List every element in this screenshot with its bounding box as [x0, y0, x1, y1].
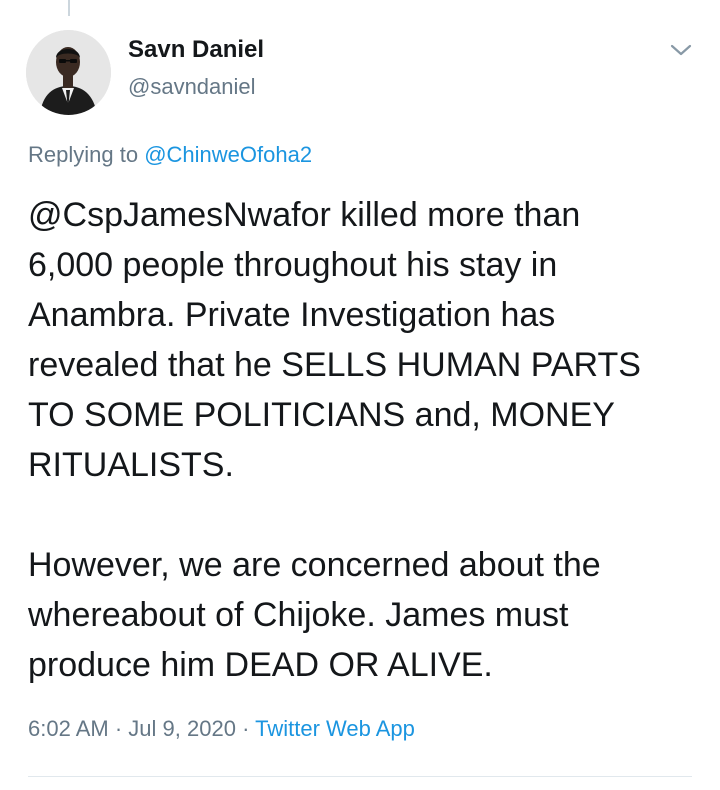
tweet-date[interactable]: Jul 9, 2020	[128, 716, 236, 741]
tweet-line: 6,000 people throughout his stay in	[28, 246, 558, 284]
meta-separator: ·	[114, 716, 123, 741]
tweet-time[interactable]: 6:02 AM	[28, 716, 109, 741]
tweet-source-link[interactable]: Twitter Web App	[255, 716, 415, 741]
tweet-line: RITUALISTS.	[28, 446, 234, 484]
divider	[28, 776, 692, 777]
tweet-line: However, we are concerned about the	[28, 546, 601, 584]
tweet-line: whereabout of Chijoke. James must	[28, 596, 569, 634]
tweet-meta: 6:02 AM · Jul 9, 2020 · Twitter Web App	[28, 716, 415, 742]
tweet-line: produce him DEAD OR ALIVE.	[28, 646, 493, 684]
author-handle[interactable]: @savndaniel	[128, 74, 256, 100]
chevron-down-icon[interactable]	[668, 40, 694, 60]
tweet-line: @CspJamesNwafor killed more than	[28, 196, 581, 234]
tweet-line: TO SOME POLITICIANS and, MONEY	[28, 396, 615, 434]
avatar[interactable]	[26, 30, 111, 115]
replying-prefix: Replying to	[28, 142, 139, 167]
replying-mention-link[interactable]: @ChinweOfoha2	[144, 142, 312, 167]
meta-separator: ·	[242, 716, 250, 741]
avatar-image	[26, 30, 111, 115]
thread-connector-line	[68, 0, 70, 16]
replying-to: Replying to @ChinweOfoha2	[28, 142, 312, 168]
tweet-line: Anambra. Private Investigation has	[28, 296, 556, 334]
tweet-body: @CspJamesNwafor killed more than 6,000 p…	[28, 190, 708, 690]
author-name[interactable]: Savn Daniel	[128, 36, 264, 64]
tweet-line: revealed that he SELLS HUMAN PARTS	[28, 346, 641, 384]
